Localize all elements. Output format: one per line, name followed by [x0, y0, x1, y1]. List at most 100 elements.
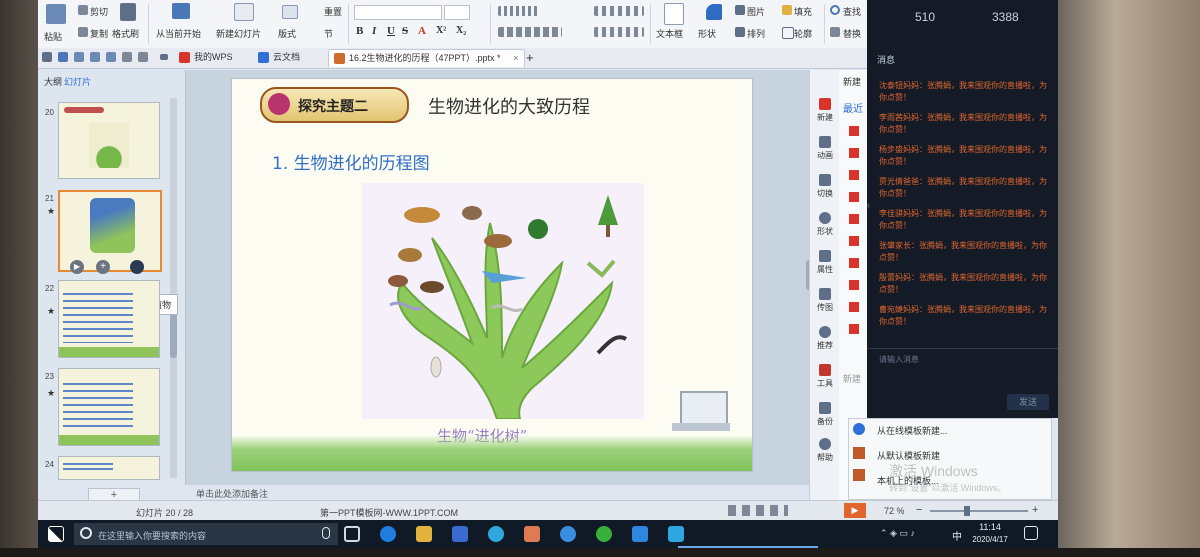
paragraph-align-icon[interactable] — [498, 27, 562, 37]
new-tab-button[interactable]: + — [520, 49, 540, 66]
underline-button[interactable]: U — [387, 25, 395, 37]
outline-tab[interactable]: 大纲 — [44, 75, 62, 88]
picture-button[interactable]: 图片 — [747, 5, 765, 18]
menu-icon[interactable] — [42, 52, 52, 62]
current-slide[interactable]: 探究主题二 生物进化的大致历程 1. 生物进化的历程图 — [231, 78, 753, 472]
theme-badge-label: 探究主题二 — [298, 99, 368, 115]
paragraph-list-icon[interactable] — [498, 6, 538, 16]
notification-center-icon[interactable] — [1024, 526, 1038, 540]
clock-date[interactable]: 2020/4/17 — [964, 535, 1016, 544]
bold-button[interactable]: B — [356, 25, 363, 37]
tab-active-document[interactable]: 16.2生物进化的历程（47PPT）.pptx * × — [328, 49, 526, 67]
slide-thumbnail-23[interactable] — [58, 368, 160, 446]
chevron-down-icon[interactable] — [160, 54, 168, 60]
windows-start-icon[interactable] — [48, 526, 64, 542]
zoom-in-button[interactable]: + — [1032, 504, 1038, 516]
transition-tool[interactable]: 切换 — [810, 174, 840, 199]
fill-button[interactable]: 填充 — [794, 5, 812, 18]
notes-placeholder[interactable]: 单击此处添加备注 — [196, 487, 268, 500]
wechat-icon[interactable] — [596, 526, 612, 542]
slide-thumbnail-24[interactable] — [58, 456, 160, 480]
subscript-button[interactable]: X₂ — [456, 25, 466, 36]
shape-button[interactable]: 形状 — [698, 27, 716, 40]
close-tab-icon[interactable]: × — [513, 53, 518, 63]
format-painter-button[interactable]: 格式刷 — [112, 27, 139, 40]
cut-button[interactable]: 剪切 — [90, 5, 108, 18]
task-view-icon[interactable] — [344, 526, 360, 542]
font-size-box[interactable] — [444, 5, 470, 20]
print-icon[interactable] — [74, 52, 84, 62]
zoom-slider[interactable] — [930, 506, 1028, 516]
slides-scrollbar[interactable] — [170, 98, 177, 478]
recommend-tool[interactable]: 推荐 — [810, 326, 840, 351]
slides-tab[interactable]: 幻灯片 — [64, 75, 91, 88]
chat-input[interactable]: 请输入消息 — [879, 354, 919, 365]
tab-cloud-docs[interactable]: 云文档 — [253, 49, 306, 66]
online-template-item[interactable]: 从在线模板新建... — [877, 424, 948, 437]
new-tool[interactable]: 新建 — [810, 98, 840, 123]
zoom-out-button[interactable]: − — [916, 504, 922, 516]
app-icon-bird[interactable] — [632, 526, 648, 542]
recent-file-icons[interactable] — [849, 126, 859, 346]
add-slide-icon[interactable]: + — [96, 260, 110, 274]
arrange-button[interactable]: 排列 — [747, 27, 765, 40]
align-text-icon[interactable] — [594, 27, 644, 37]
undo-icon[interactable] — [122, 52, 132, 62]
outline-button[interactable]: 轮廓 — [794, 27, 812, 40]
help-tool[interactable]: 帮助 — [810, 438, 840, 463]
slide-thumbnail-20[interactable] — [58, 102, 160, 179]
textbox-button[interactable]: 文本框 — [656, 27, 683, 40]
strikethrough-button[interactable]: S — [402, 25, 408, 37]
backup-tool[interactable]: 备份 — [810, 402, 840, 427]
reset-button[interactable]: 重置 — [324, 5, 342, 18]
wps-presentation-icon[interactable] — [524, 526, 540, 542]
redo-icon[interactable] — [138, 52, 148, 62]
slide-thumbnail-22[interactable] — [58, 280, 160, 358]
collapse-chevron-icon[interactable]: ‹ — [867, 200, 873, 214]
view-mode-buttons[interactable] — [728, 505, 788, 516]
play-icon[interactable]: ▶ — [70, 260, 84, 274]
from-current-button[interactable]: 从当前开始 — [156, 27, 201, 40]
slideshow-play-icon[interactable]: ▶ — [844, 503, 866, 518]
layout-button[interactable]: 版式 — [278, 27, 296, 40]
font-color-button[interactable]: A — [418, 25, 426, 37]
more-options-icon[interactable] — [130, 260, 144, 274]
upload-image-tool[interactable]: 传图 — [810, 288, 840, 313]
zoom-slider-thumb[interactable] — [964, 506, 970, 516]
new-slide-button[interactable]: 新建幻灯片 — [216, 27, 261, 40]
tray-icons[interactable]: ⌃ ◈ ▭ ♪ — [880, 528, 915, 539]
superscript-button[interactable]: X² — [436, 25, 446, 36]
paste-button[interactable]: 粘贴 — [44, 30, 62, 43]
search-placeholder: 在这里输入你要搜索的内容 — [98, 531, 207, 541]
tool-label: 动画 — [817, 151, 833, 160]
local-template-icon — [853, 469, 865, 481]
app-icon-circle[interactable] — [560, 526, 576, 542]
ime-indicator[interactable]: 中 — [952, 528, 962, 543]
copy-button[interactable]: 复制 — [90, 27, 108, 40]
font-name-box[interactable] — [354, 5, 442, 20]
send-button[interactable]: 发送 — [1007, 394, 1049, 410]
store-icon[interactable] — [452, 526, 468, 542]
lightbulb-icon — [819, 326, 831, 338]
microphone-icon[interactable] — [322, 527, 330, 539]
shape-tool[interactable]: 形状 — [810, 212, 840, 237]
find-button[interactable]: 查找 — [843, 5, 861, 18]
section-button[interactable]: 节 — [324, 27, 333, 40]
tools-tool[interactable]: 工具 — [810, 364, 840, 389]
animation-tool[interactable]: 动画 — [810, 136, 840, 161]
preview-icon[interactable] — [90, 52, 100, 62]
replace-button[interactable]: 替换 — [843, 27, 861, 40]
app-icon-blue[interactable] — [488, 526, 504, 542]
app-icon-square[interactable] — [668, 526, 684, 542]
export-icon[interactable] — [106, 52, 116, 62]
save-icon[interactable] — [58, 52, 68, 62]
text-direction-icon[interactable] — [594, 6, 644, 16]
cloud-doc-icon — [258, 52, 269, 63]
italic-button[interactable]: I — [372, 25, 376, 37]
tab-my-wps[interactable]: 我的WPS — [174, 49, 239, 66]
clock-time[interactable]: 11:14 — [970, 522, 1010, 532]
edge-icon[interactable] — [380, 526, 396, 542]
file-explorer-icon[interactable] — [416, 526, 432, 542]
properties-tool[interactable]: 属性 — [810, 250, 840, 275]
taskbar-search-box[interactable]: 在这里输入你要搜索的内容 — [74, 523, 338, 545]
